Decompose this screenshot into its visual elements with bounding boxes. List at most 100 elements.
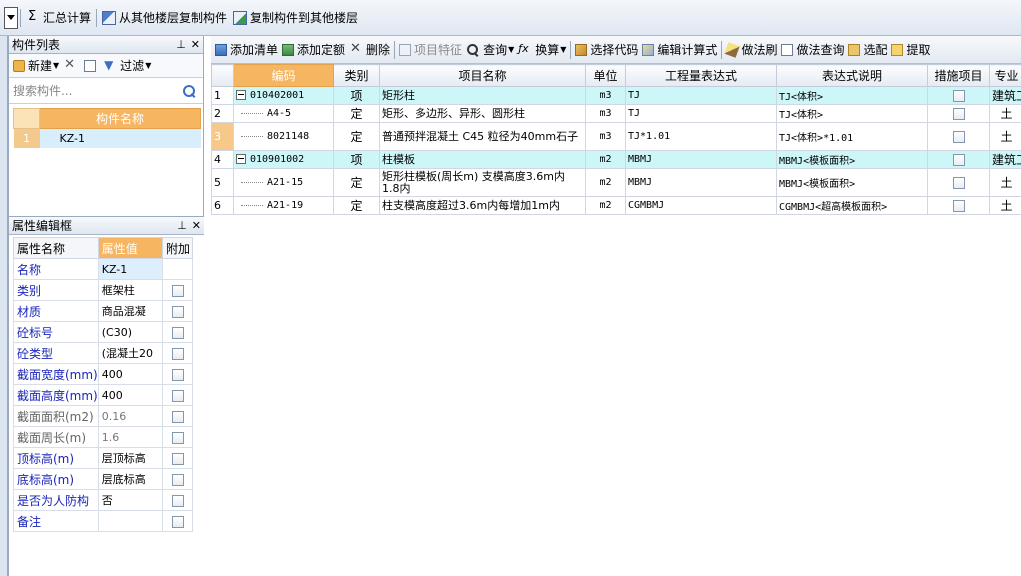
attr-value[interactable]: (C30) — [97, 321, 164, 343]
attr-value[interactable]: 商品混凝 — [97, 300, 164, 322]
measure-checkbox[interactable] — [952, 90, 965, 102]
attr-extra-checkbox[interactable] — [171, 494, 184, 507]
grid-cell-unit[interactable]: m2 — [585, 196, 626, 215]
grid-row-number[interactable]: 4 — [211, 150, 234, 169]
grid-cell-code[interactable]: A21-19 — [233, 196, 334, 215]
query-button[interactable]: 查询 ▼ — [464, 38, 516, 62]
grid-cell-description[interactable]: TJ<体积> — [776, 104, 928, 123]
grid-cell-measure[interactable] — [927, 150, 990, 169]
method-brush-button[interactable]: 做法刷 — [724, 38, 779, 62]
grid-row-number[interactable]: 3 — [211, 122, 234, 151]
component-row[interactable]: 1 KZ-1 — [13, 128, 201, 148]
close-icon[interactable] — [191, 38, 200, 51]
grid-row[interactable]: 5 A21-15 定矩形柱模板(周长m) 支模高度3.6m内 1.8内 m2 MBMJ M… — [211, 168, 1021, 197]
measure-checkbox[interactable] — [952, 154, 965, 166]
select-code-button[interactable]: 选择代码 — [573, 38, 640, 62]
attribute-row[interactable]: 材质 商品混凝 — [13, 300, 193, 322]
delete-component-button[interactable] — [63, 57, 80, 73]
attr-extra-checkbox[interactable] — [171, 515, 184, 528]
collapse-icon[interactable] — [236, 154, 246, 164]
grid-cell-category[interactable]: 定 — [333, 196, 380, 215]
grid-cell-name[interactable]: 普通预拌混凝土 C45 粒径为40mm石子 — [379, 122, 586, 151]
copy-to-floor-button[interactable]: 复制构件到其他楼层 — [230, 6, 361, 30]
close-icon[interactable] — [192, 219, 201, 232]
grid-cell-description[interactable]: MBMJ<模板面积> — [776, 150, 928, 169]
attr-value[interactable]: 400 — [97, 384, 164, 406]
grid-cell-description[interactable]: TJ<体积> — [776, 86, 928, 105]
grid-header-measure[interactable]: 措施项目 — [927, 64, 990, 87]
grid-cell-measure[interactable] — [927, 196, 990, 215]
filter-button[interactable]: 过滤 ▼ — [103, 57, 151, 74]
copy-from-floor-button[interactable]: 从其他楼层复制构件 — [99, 6, 230, 30]
add-list-button[interactable]: 添加清单 — [213, 38, 280, 62]
attr-extra-checkbox[interactable] — [171, 368, 184, 381]
grid-header-major[interactable]: 专业 — [989, 64, 1021, 87]
grid-cell-code[interactable]: A4-5 — [233, 104, 334, 123]
pin-icon[interactable] — [176, 38, 186, 51]
extract-button[interactable]: 提取 — [889, 38, 932, 62]
attribute-row[interactable]: 截面周长(m) 1.6 — [13, 426, 193, 448]
grid-header-expression[interactable]: 工程量表达式 — [625, 64, 777, 87]
attribute-row[interactable]: 名称 KZ-1 — [13, 258, 193, 280]
toolbar-dropdown-button[interactable] — [4, 6, 18, 29]
grid-row-number[interactable]: 2 — [211, 104, 234, 123]
grid-cell-description[interactable]: MBMJ<模板面积> — [776, 168, 928, 197]
grid-cell-measure[interactable] — [927, 122, 990, 151]
attr-value[interactable]: 层顶标高 — [97, 447, 164, 469]
pin-icon[interactable] — [177, 219, 187, 232]
attribute-row[interactable]: 是否为人防构否 — [13, 489, 193, 511]
grid-cell-major[interactable]: 土 — [989, 122, 1021, 151]
grid-row-number[interactable]: 5 — [211, 168, 234, 197]
grid-cell-major[interactable]: 建筑工 — [989, 86, 1021, 105]
attribute-row[interactable]: 砼类型 (混凝土20 — [13, 342, 193, 364]
grid-cell-major[interactable]: 土 — [989, 104, 1021, 123]
grid-cell-expression[interactable]: TJ*1.01 — [625, 122, 777, 151]
grid-cell-code[interactable]: 010402001 — [233, 86, 334, 105]
attribute-row[interactable]: 类别 框架柱 — [13, 279, 193, 301]
attr-extra-checkbox[interactable] — [171, 284, 184, 297]
attribute-row[interactable]: 截面宽度(mm) 400 — [13, 363, 193, 385]
attr-extra-checkbox[interactable] — [171, 326, 184, 339]
attr-extra-checkbox[interactable] — [171, 305, 184, 318]
grid-cell-code[interactable]: 010901002 — [233, 150, 334, 169]
grid-cell-expression[interactable]: CGMBMJ — [625, 196, 777, 215]
attr-extra-checkbox[interactable] — [171, 389, 184, 402]
grid-cell-name[interactable]: 柱支模高度超过3.6m内每增加1m内 — [379, 196, 586, 215]
measure-checkbox[interactable] — [952, 108, 965, 120]
search-icon[interactable] — [182, 84, 196, 98]
grid-cell-major[interactable]: 建筑工 — [989, 150, 1021, 169]
attr-value[interactable]: 1.6 — [97, 426, 164, 448]
attr-value[interactable]: 400 — [97, 363, 164, 385]
grid-row[interactable]: 2 A4-5 定矩形、多边形、异形、圆形柱 m3 TJ TJ<体积> 土 — [211, 104, 1021, 123]
component-search-input[interactable] — [13, 80, 182, 101]
grid-cell-unit[interactable]: m3 — [585, 86, 626, 105]
attribute-row[interactable]: 底标高(m) 层底标高 — [13, 468, 193, 490]
attribute-row[interactable]: 截面高度(mm) 400 — [13, 384, 193, 406]
collapse-icon[interactable] — [236, 90, 246, 100]
grid-cell-major[interactable]: 土 — [989, 196, 1021, 215]
attr-value[interactable]: (混凝土20 — [97, 342, 164, 364]
grid-cell-expression[interactable]: TJ — [625, 104, 777, 123]
match-button[interactable]: 选配 — [846, 38, 889, 62]
grid-header-name[interactable]: 项目名称 — [379, 64, 586, 87]
grid-header-description[interactable]: 表达式说明 — [776, 64, 928, 87]
attr-extra-checkbox[interactable] — [171, 473, 184, 486]
attr-extra-checkbox[interactable] — [171, 410, 184, 423]
grid-cell-measure[interactable] — [927, 168, 990, 197]
attr-value[interactable]: 框架柱 — [97, 279, 164, 301]
sum-calc-button[interactable]: 汇总计算 — [23, 6, 94, 30]
grid-cell-category[interactable]: 定 — [333, 168, 380, 197]
grid-cell-description[interactable]: CGMBMJ<超高模板面积> — [776, 196, 928, 215]
grid-cell-category[interactable]: 定 — [333, 104, 380, 123]
delete-button[interactable]: 删除 — [347, 38, 392, 62]
measure-checkbox[interactable] — [952, 200, 965, 212]
attribute-row[interactable]: 截面面积(m2) 0.16 — [13, 405, 193, 427]
measure-checkbox[interactable] — [952, 131, 965, 143]
attribute-row[interactable]: 砼标号 (C30) — [13, 321, 193, 343]
grid-cell-major[interactable]: 土 — [989, 168, 1021, 197]
new-component-button[interactable]: 新建 ▼ — [13, 57, 59, 74]
grid-cell-name[interactable]: 柱模板 — [379, 150, 586, 169]
grid-cell-name[interactable]: 矩形、多边形、异形、圆形柱 — [379, 104, 586, 123]
grid-row-number[interactable]: 6 — [211, 196, 234, 215]
grid-cell-code[interactable]: A21-15 — [233, 168, 334, 197]
